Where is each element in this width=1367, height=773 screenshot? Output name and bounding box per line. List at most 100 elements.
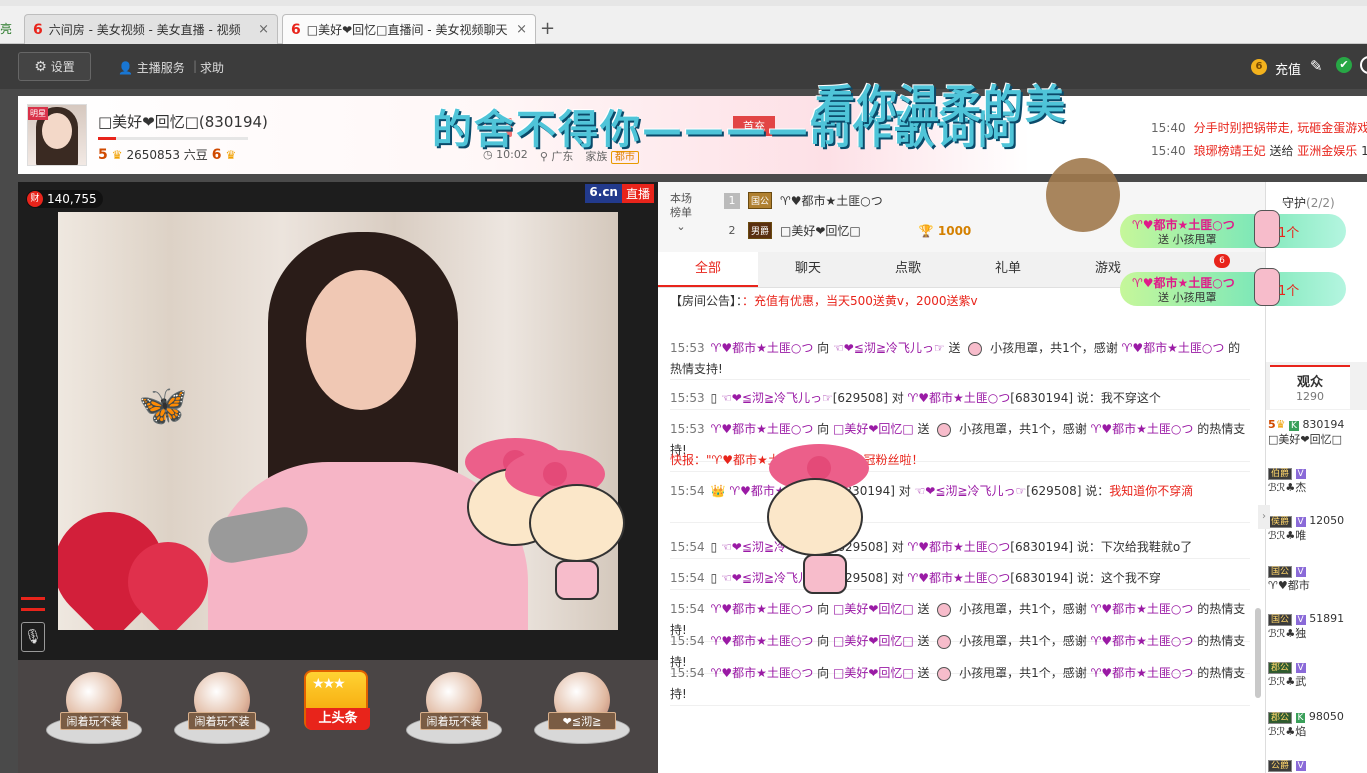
room-notice: 【房间公告】：：充值有优惠，当天500送黄v，2000送紫v xyxy=(670,292,978,309)
anchor-avatar[interactable]: 明星 xyxy=(27,104,87,166)
audience-item[interactable]: 国公 V 51891 ℬℛ♣独 xyxy=(1268,612,1344,641)
msg-thank-user[interactable]: ♈♥都市★土匪○つ xyxy=(1091,422,1194,436)
rank-row[interactable]: 1 国公 ♈♥都市★土匪○つ xyxy=(724,192,883,209)
msg-user[interactable]: ♈♥都市★土匪○つ xyxy=(711,602,814,616)
collapse-sidebar-button[interactable]: › xyxy=(1258,505,1270,529)
settings-button[interactable]: ⚙ 设置 xyxy=(18,52,91,81)
gift-bar: 闹着玩不装 闹着玩不装 ★★★ 上头条 闹着玩不装 ❤≦沏≧ xyxy=(18,660,658,773)
gift-face-icon xyxy=(937,634,952,649)
user-id: 98050 xyxy=(1308,710,1344,723)
guard-label: 守护 xyxy=(1282,196,1307,210)
msg-thank-user[interactable]: ♈♥都市★土匪○つ xyxy=(1091,666,1194,680)
rank-badge: 公爵 xyxy=(1268,760,1293,772)
close-tab-icon[interactable]: × xyxy=(516,22,527,37)
tab-title: □美好❤回忆□直播间 - 美女视频聊天 xyxy=(306,23,508,37)
gold-coin-effect xyxy=(1046,158,1120,232)
msg-user[interactable]: ♈♥都市★土匪○つ xyxy=(711,341,814,355)
crown-icon: ♛ xyxy=(1275,418,1286,431)
msg-gift: 小孩甩罩，共1个，感谢 xyxy=(955,666,1091,680)
feed-line-2: 15:40 琅琊榜靖王妃 送给 亚洲金娱乐 1个 xyxy=(1151,142,1367,159)
recharge-link[interactable]: 充值 xyxy=(1275,59,1301,78)
tab-gift-list[interactable]: 礼单 xyxy=(958,252,1058,287)
gift-item[interactable]: ❤≦沏≧ xyxy=(534,672,630,752)
brand-watermark: 6.cn 直播 xyxy=(585,184,654,203)
vip-badge: V xyxy=(1295,615,1306,625)
msg-mid: [6830194] 说： xyxy=(1010,571,1101,585)
vip-badge: V xyxy=(1295,761,1306,771)
k-badge: K xyxy=(1289,421,1299,431)
gift-item[interactable]: 闹着玩不装 xyxy=(174,672,270,752)
cartoon-body xyxy=(803,554,847,594)
feed-user[interactable]: 琅琊榜靖王妃 xyxy=(1194,144,1266,158)
audience-item[interactable]: 国公 V ♈♥都市 xyxy=(1268,564,1310,593)
help-link[interactable]: 求助 xyxy=(200,59,224,76)
msg-target[interactable]: ☜❤≦沏≧冷飞儿っ☞ xyxy=(915,484,1027,498)
msg-user[interactable]: ♈♥都市★土匪○つ xyxy=(711,422,814,436)
msg-time: 15:54 xyxy=(670,484,705,498)
msg-target[interactable]: ♈♥都市★土匪○つ xyxy=(908,391,1011,405)
tab-song[interactable]: 点歌 xyxy=(858,252,958,287)
audience-item[interactable]: 侯爵 V 12050 ℬℛ♣唯 xyxy=(1268,514,1344,543)
edit-icon[interactable]: ✎ xyxy=(1310,57,1323,75)
audience-item[interactable]: 伯爵 V ℬℛ♣杰 xyxy=(1268,466,1306,495)
msg-target[interactable]: □美好❤回忆□ xyxy=(833,422,914,436)
msg-user[interactable]: ♈♥都市★土匪○つ xyxy=(711,634,814,648)
tab-all[interactable]: 全部 xyxy=(658,252,758,287)
msg-target[interactable]: □美好❤回忆□ xyxy=(833,602,914,616)
chat-scrollbar[interactable] xyxy=(1255,608,1261,698)
msg-user[interactable]: ♈♥都市★土匪○つ xyxy=(711,666,814,680)
tab-chat[interactable]: 聊天 xyxy=(758,252,858,287)
browser-tab-1[interactable]: 6 六间房 - 美女视频 - 美女直播 - 视频 × xyxy=(24,14,278,44)
new-tab-button[interactable]: + xyxy=(540,18,555,39)
msg-target[interactable]: ♈♥都市★土匪○つ xyxy=(908,571,1011,585)
browser-tab-partial[interactable]: 亮 xyxy=(0,20,12,37)
gift-label: 闹着玩不装 xyxy=(60,712,128,730)
browser-tab-2[interactable]: 6 □美好❤回忆□直播间 - 美女视频聊天 × xyxy=(282,14,536,44)
audience-item[interactable]: 5♛ K 830194 □美好❤回忆□ xyxy=(1268,418,1344,447)
feed-time: 15:40 xyxy=(1151,144,1186,158)
mic-icon[interactable]: 🎙 xyxy=(21,622,45,652)
crown-icon: 👑 xyxy=(710,484,730,498)
six-coin-icon: 6 xyxy=(1251,59,1267,75)
msg-thank-user[interactable]: ♈♥都市★土匪○つ xyxy=(1091,634,1194,648)
user-ring-icon[interactable] xyxy=(1360,56,1367,74)
msg-user[interactable]: ☜❤≦沏≧冷飞儿っ☞ xyxy=(721,391,833,405)
gift-face-icon xyxy=(937,422,952,437)
feed-target[interactable]: 亚洲金娱乐 xyxy=(1297,144,1357,158)
msg-verb: 向 xyxy=(813,602,833,616)
rank-user[interactable]: □美好❤回忆□ xyxy=(780,222,861,239)
chat-panel: 本场 榜单 ⌄ 1 国公 ♈♥都市★土匪○つ 2 男爵 □美好❤回忆□ 🏆 10… xyxy=(658,182,1265,773)
msg-mid: [6830194] 说： xyxy=(1010,391,1101,405)
live-stream-frame[interactable]: 🦋 xyxy=(58,212,618,630)
divider: | xyxy=(193,59,198,73)
verified-icon[interactable]: ✔ xyxy=(1336,57,1352,73)
menu-icon[interactable] xyxy=(21,597,45,611)
tab-audience[interactable]: 观众 1290 xyxy=(1270,365,1350,409)
msg-thank-user[interactable]: ♈♥都市★土匪○つ xyxy=(1122,341,1225,355)
msg-mid: 送 xyxy=(913,634,934,648)
close-tab-icon[interactable]: × xyxy=(258,22,269,37)
msg-thank-user[interactable]: ♈♥都市★土匪○つ xyxy=(1091,602,1194,616)
msg-time: 15:54 xyxy=(670,634,705,648)
gift-item[interactable]: 闹着玩不装 xyxy=(406,672,502,752)
audience-item[interactable]: 郡公 V ℬℛ♣武 xyxy=(1268,660,1306,689)
headline-gift[interactable]: ★★★ 上头条 xyxy=(304,670,370,750)
anchor-service-link[interactable]: 👤 主播服务 xyxy=(118,59,185,76)
audience-item[interactable]: 郡公 K 98050 ℬℛ♣焰 xyxy=(1268,710,1344,739)
guard-section-label[interactable]: 守护(2/2) xyxy=(1282,194,1335,211)
msg-target[interactable]: ♈♥都市★土匪○つ xyxy=(908,540,1011,554)
msg-target[interactable]: □美好❤回忆□ xyxy=(833,666,914,680)
msg-time: 15:53 xyxy=(670,391,705,405)
audience-item[interactable]: 公爵 V xyxy=(1268,758,1306,772)
rank-user[interactable]: ♈♥都市★土匪○つ xyxy=(780,192,883,209)
vip-badge: V xyxy=(1295,567,1306,577)
msg-time: 15:54 xyxy=(670,540,705,554)
msg-target[interactable]: ☜❤≦沏≧冷飞儿っ☞ xyxy=(833,341,945,355)
feed-text[interactable]: 分手时别把锅带走, 玩砸金蛋游戏获 xyxy=(1194,121,1367,135)
rank-row[interactable]: 2 男爵 □美好❤回忆□ 🏆 1000 xyxy=(724,222,971,239)
gift-item[interactable]: 闹着玩不装 xyxy=(46,672,142,752)
level-progress-bar xyxy=(98,137,248,140)
cartoon-head xyxy=(767,478,863,556)
rank-label[interactable]: 本场 榜单 ⌄ xyxy=(670,192,692,234)
msg-target[interactable]: □美好❤回忆□ xyxy=(833,634,914,648)
